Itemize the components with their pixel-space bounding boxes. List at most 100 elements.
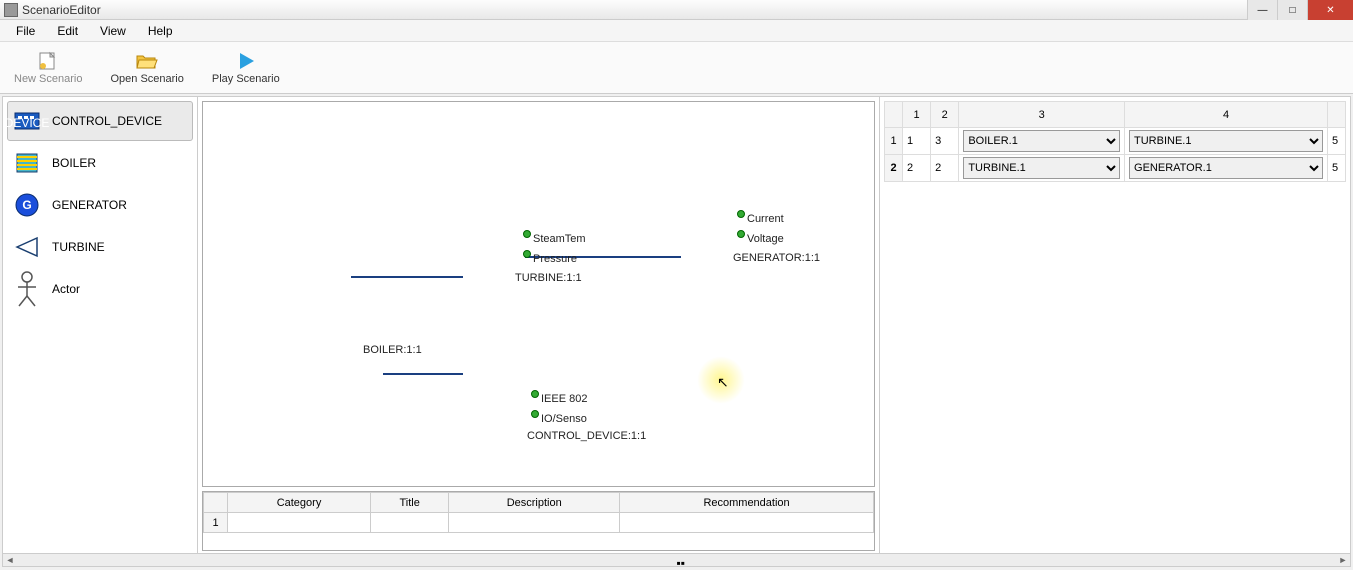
- select-c4[interactable]: GENERATOR.1: [1129, 157, 1323, 179]
- generator-icon: G: [12, 192, 42, 218]
- control-port-io[interactable]: [531, 410, 539, 418]
- canvas-area: BOILER:1:1 SteamTem Pressure TURBINE:1:1…: [198, 97, 880, 555]
- palette-actor[interactable]: Actor: [7, 269, 193, 309]
- cell-c3[interactable]: TURBINE.1: [959, 155, 1125, 182]
- new-scenario-label: New Scenario: [14, 73, 82, 85]
- cell-c2[interactable]: 2: [931, 155, 959, 182]
- select-c4[interactable]: TURBINE.1: [1129, 130, 1323, 152]
- open-scenario-button[interactable]: Open Scenario: [106, 49, 187, 87]
- generator-symbol: G: [698, 241, 707, 255]
- cell-c4[interactable]: TURBINE.1: [1125, 128, 1328, 155]
- cell-c1[interactable]: 2: [903, 155, 931, 182]
- minimize-button[interactable]: —: [1247, 0, 1277, 20]
- window-controls: — □ ✕: [1247, 0, 1353, 20]
- palette-generator[interactable]: G GENERATOR: [7, 185, 193, 225]
- menu-help[interactable]: Help: [138, 22, 183, 40]
- svg-text:G: G: [22, 198, 31, 212]
- palette-item-label: GENERATOR: [52, 198, 127, 212]
- turbine-port2-label: Pressure: [533, 253, 577, 265]
- cell-c4[interactable]: GENERATOR.1: [1125, 155, 1328, 182]
- cell-c5[interactable]: 5: [1328, 155, 1346, 182]
- control-label: CONTROL_DEVICE:1:1: [527, 430, 646, 442]
- palette-item-label: TURBINE: [52, 240, 105, 254]
- diagram-canvas[interactable]: BOILER:1:1 SteamTem Pressure TURBINE:1:1…: [202, 101, 875, 487]
- play-icon: [234, 51, 258, 71]
- scroll-left-arrow[interactable]: ◄: [3, 554, 17, 566]
- maximize-button[interactable]: □: [1277, 0, 1307, 20]
- cell-recommendation[interactable]: [620, 513, 874, 533]
- horizontal-scrollbar[interactable]: ◄ ▪▪ ►: [2, 553, 1351, 567]
- menu-file[interactable]: File: [6, 22, 45, 40]
- select-c3[interactable]: BOILER.1: [963, 130, 1120, 152]
- menu-view[interactable]: View: [90, 22, 136, 40]
- cell-description[interactable]: [449, 513, 620, 533]
- right-col-4[interactable]: 4: [1125, 102, 1328, 128]
- control-device-icon: DEVICE: [12, 108, 42, 134]
- cell-category[interactable]: [228, 513, 371, 533]
- table-row[interactable]: 1: [204, 513, 874, 533]
- control-port2-label: IO/Senso: [541, 413, 587, 425]
- cell-c5[interactable]: 5: [1328, 128, 1346, 155]
- app-icon: [4, 3, 18, 17]
- bottom-table: Category Title Description Recommendatio…: [202, 491, 875, 551]
- turbine-port-pressure[interactable]: [523, 250, 531, 258]
- cell-c2[interactable]: 3: [931, 128, 959, 155]
- generator-label: GENERATOR:1:1: [733, 252, 820, 264]
- play-scenario-button[interactable]: Play Scenario: [208, 49, 284, 87]
- scroll-right-arrow[interactable]: ►: [1336, 554, 1350, 566]
- boiler-icon: [12, 150, 42, 176]
- actor-icon: [12, 269, 42, 309]
- svg-text:DEVICE: DEVICE: [5, 116, 50, 130]
- toolbar: New Scenario Open Scenario Play Scenario: [0, 42, 1353, 94]
- turbine-label: TURBINE:1:1: [515, 272, 582, 284]
- scroll-thumb[interactable]: ▪▪: [677, 556, 687, 564]
- device-symbol: Device: [477, 419, 516, 433]
- control-port-ieee[interactable]: [531, 390, 539, 398]
- right-header-row: 1 2 3 4: [885, 102, 1346, 128]
- palette-item-label: Actor: [52, 282, 80, 296]
- menu-edit[interactable]: Edit: [47, 22, 88, 40]
- right-col-3[interactable]: 3: [959, 102, 1125, 128]
- palette-item-label: CONTROL_DEVICE: [52, 114, 162, 128]
- palette-boiler[interactable]: BOILER: [7, 143, 193, 183]
- col-recommendation[interactable]: Recommendation: [620, 493, 874, 513]
- menubar: File Edit View Help: [0, 20, 1353, 42]
- open-folder-icon: [135, 51, 159, 71]
- open-scenario-label: Open Scenario: [110, 73, 183, 85]
- right-table-pane: 1 2 3 4 1 1 3 BOILER.1 TURBINE.1 5 2 2 2…: [880, 97, 1350, 555]
- col-title[interactable]: Title: [371, 493, 449, 513]
- right-row-2[interactable]: 2 2 2 TURBINE.1 GENERATOR.1 5: [885, 155, 1346, 182]
- palette-control-device[interactable]: DEVICE CONTROL_DEVICE: [7, 101, 193, 141]
- window-title: ScenarioEditor: [22, 3, 101, 17]
- control-port1-label: IEEE 802: [541, 393, 587, 405]
- turbine-port-steamtem[interactable]: [523, 230, 531, 238]
- new-file-icon: [36, 51, 60, 71]
- titlebar: ScenarioEditor — □ ✕: [0, 0, 1353, 20]
- generator-port-voltage[interactable]: [737, 230, 745, 238]
- right-col-1[interactable]: 1: [903, 102, 931, 128]
- turbine-port1-label: SteamTem: [533, 233, 586, 245]
- generator-port1-label: Current: [747, 213, 784, 225]
- right-row-1[interactable]: 1 1 3 BOILER.1 TURBINE.1 5: [885, 128, 1346, 155]
- cursor-icon: ↖: [717, 374, 729, 391]
- new-scenario-button[interactable]: New Scenario: [10, 49, 86, 87]
- row-number: 1: [885, 128, 903, 155]
- palette-turbine[interactable]: TURBINE: [7, 227, 193, 267]
- cell-c3[interactable]: BOILER.1: [959, 128, 1125, 155]
- select-c3[interactable]: TURBINE.1: [963, 157, 1120, 179]
- right-col-2[interactable]: 2: [931, 102, 959, 128]
- cell-title[interactable]: [371, 513, 449, 533]
- generator-port-current[interactable]: [737, 210, 745, 218]
- palette-sidebar: DEVICE CONTROL_DEVICE BOILER G GENERATOR…: [3, 97, 198, 555]
- close-button[interactable]: ✕: [1307, 0, 1353, 20]
- main-area: DEVICE CONTROL_DEVICE BOILER G GENERATOR…: [2, 96, 1351, 556]
- generator-port2-label: Voltage: [747, 233, 784, 245]
- cell-c1[interactable]: 1: [903, 128, 931, 155]
- row-number: 1: [204, 513, 228, 533]
- palette-item-label: BOILER: [52, 156, 96, 170]
- table-header-row: Category Title Description Recommendatio…: [204, 493, 874, 513]
- play-scenario-label: Play Scenario: [212, 73, 280, 85]
- turbine-icon: [12, 234, 42, 260]
- col-description[interactable]: Description: [449, 493, 620, 513]
- col-category[interactable]: Category: [228, 493, 371, 513]
